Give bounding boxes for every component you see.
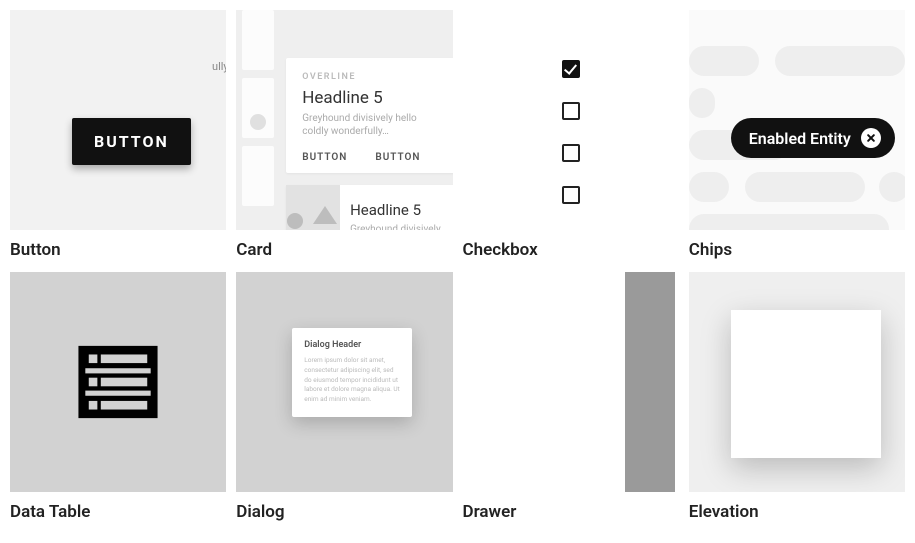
checkbox-column xyxy=(562,60,580,204)
dialog-header: Dialog Header xyxy=(304,340,400,350)
sample-button: BUTTON xyxy=(72,118,191,165)
thumb-card: OVERLINE Headline 5 Greyhound divisively… xyxy=(236,10,452,230)
thumb-chips: Enabled Entity xyxy=(689,10,905,230)
card-action-1: BUTTON xyxy=(302,152,347,163)
checkbox-checked xyxy=(562,60,580,78)
card-secondary-image xyxy=(286,185,340,230)
tile-button[interactable]: ully BUTTON Button xyxy=(10,10,226,260)
chip-text: Enabled Entity xyxy=(749,129,851,148)
thumb-dialog: Dialog Header Lorem ipsum dolor sit amet… xyxy=(236,272,452,492)
tile-label-chips: Chips xyxy=(689,240,905,260)
thumb-elevation xyxy=(689,272,905,492)
data-table-icon xyxy=(75,339,161,425)
card-main: OVERLINE Headline 5 Greyhound divisively… xyxy=(286,58,452,173)
thumb-checkbox xyxy=(463,10,679,230)
checkbox-unchecked-1 xyxy=(562,102,580,120)
component-grid: ully BUTTON Button OVERLINE Headline 5 G… xyxy=(10,10,905,522)
tile-label-dialog: Dialog xyxy=(236,502,452,522)
card-action-2: BUTTON xyxy=(375,152,420,163)
checkbox-unchecked-3 xyxy=(562,186,580,204)
card-headline: Headline 5 xyxy=(302,88,440,108)
tile-label-data-table: Data Table xyxy=(10,502,226,522)
tile-drawer[interactable]: Drawer xyxy=(463,272,679,522)
truncated-text: ully xyxy=(212,60,226,73)
tile-elevation[interactable]: Elevation xyxy=(689,272,905,522)
thumb-button: ully BUTTON xyxy=(10,10,226,230)
tile-card[interactable]: OVERLINE Headline 5 Greyhound divisively… xyxy=(236,10,452,260)
card-overline: OVERLINE xyxy=(302,72,440,82)
tile-label-checkbox: Checkbox xyxy=(463,240,679,260)
elevation-card xyxy=(731,310,881,458)
dialog-sample: Dialog Header Lorem ipsum dolor sit amet… xyxy=(292,328,412,417)
thumb-data-table xyxy=(10,272,226,492)
dialog-body: Lorem ipsum dolor sit amet, consectetur … xyxy=(304,356,400,405)
card-ministack xyxy=(242,10,274,230)
thumb-drawer xyxy=(463,272,679,492)
card-actions: BUTTON BUTTON xyxy=(302,152,440,163)
card-body: Greyhound divisively hello coldly wonder… xyxy=(302,112,440,138)
tile-label-elevation: Elevation xyxy=(689,502,905,522)
card-secondary-headline: Headline 5 xyxy=(350,201,446,219)
drawer-panel xyxy=(625,272,675,492)
close-icon xyxy=(861,128,881,148)
tile-data-table[interactable]: Data Table xyxy=(10,272,226,522)
card-secondary-body: Greyhound divisively coldly… xyxy=(350,223,446,230)
card-secondary: Headline 5 Greyhound divisively coldly… xyxy=(286,185,452,230)
tile-label-button: Button xyxy=(10,240,226,260)
tile-label-drawer: Drawer xyxy=(463,502,679,522)
tile-label-card: Card xyxy=(236,240,452,260)
chip-enabled: Enabled Entity xyxy=(731,118,895,158)
tile-dialog[interactable]: Dialog Header Lorem ipsum dolor sit amet… xyxy=(236,272,452,522)
checkbox-unchecked-2 xyxy=(562,144,580,162)
tile-checkbox[interactable]: Checkbox xyxy=(463,10,679,260)
tile-chips[interactable]: Enabled Entity Chips xyxy=(689,10,905,260)
